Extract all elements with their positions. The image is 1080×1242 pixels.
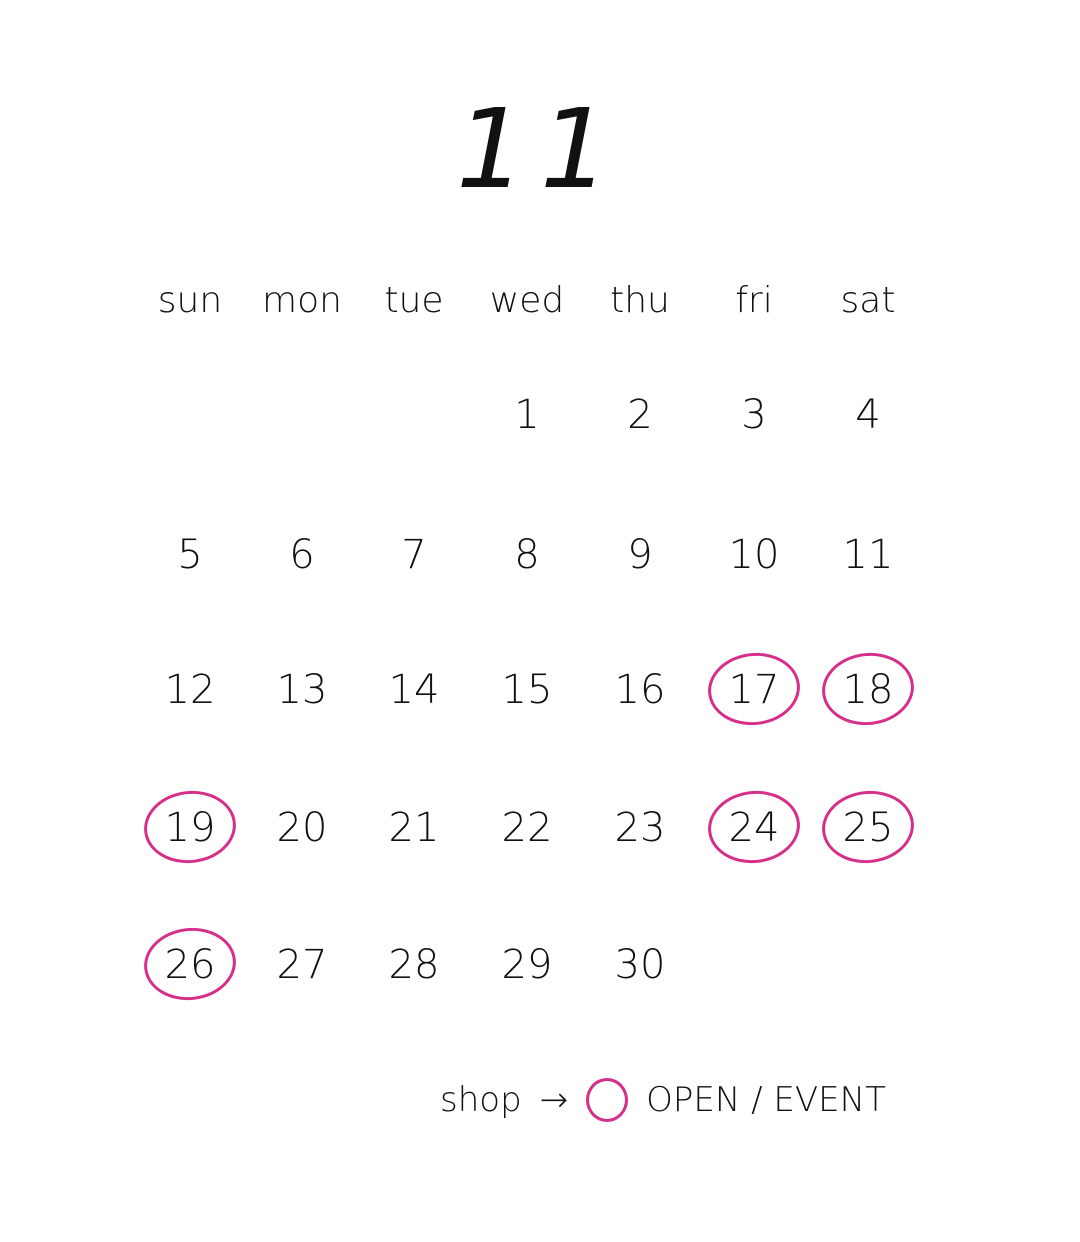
weekday-wed: wed <box>489 279 565 321</box>
legend-arrow: → <box>539 1080 569 1120</box>
day-cell: 1 <box>477 380 577 450</box>
weekday-thu: thu <box>610 279 670 321</box>
day-number: 10 <box>728 532 780 578</box>
day-number: 15 <box>501 667 553 713</box>
open-circle-icon <box>704 786 804 868</box>
day-cell: 20 <box>252 793 352 863</box>
day-cell: 27 <box>252 930 352 1000</box>
weekday-fri: fri <box>735 279 773 321</box>
day-cell: 11 <box>818 520 918 590</box>
day-cell: 30 <box>590 930 690 1000</box>
day-number: 23 <box>614 805 666 851</box>
day-cell: 3 <box>704 380 804 450</box>
legend: shop → OPEN / EVENT <box>440 1078 886 1122</box>
day-cell: 9 <box>590 520 690 590</box>
day-cell: 28 <box>364 930 464 1000</box>
day-number: 30 <box>614 942 666 988</box>
day-cell: 23 <box>590 793 690 863</box>
day-cell: 29 <box>477 930 577 1000</box>
day-number: 13 <box>276 667 328 713</box>
day-number: 28 <box>388 942 440 988</box>
day-number: 1 <box>514 392 540 438</box>
day-cell: 6 <box>252 520 352 590</box>
weekday-tue: tue <box>384 279 444 321</box>
weekday-mon: mon <box>262 279 342 321</box>
day-cell: 26 <box>140 923 240 1005</box>
day-cell: 7 <box>364 520 464 590</box>
open-circle-icon <box>818 786 918 868</box>
day-cell: 8 <box>477 520 577 590</box>
day-number: 16 <box>614 667 666 713</box>
day-cell: 12 <box>140 655 240 725</box>
weekday-sat: sat <box>840 279 896 321</box>
day-cell: 5 <box>140 520 240 590</box>
day-number: 7 <box>401 532 427 578</box>
month-title: 11 <box>456 85 624 213</box>
day-number: 27 <box>276 942 328 988</box>
open-circle-icon <box>818 648 918 730</box>
day-number: 21 <box>388 805 440 851</box>
day-number: 9 <box>627 532 653 578</box>
legend-shop: shop <box>440 1080 522 1120</box>
day-cell: 17 <box>704 648 804 730</box>
day-number: 20 <box>276 805 328 851</box>
day-number: 5 <box>177 532 203 578</box>
day-cell: 24 <box>704 786 804 868</box>
day-cell: 18 <box>818 648 918 730</box>
day-cell: 4 <box>818 380 918 450</box>
day-cell: 2 <box>590 380 690 450</box>
day-number: 14 <box>388 667 440 713</box>
day-cell: 16 <box>590 655 690 725</box>
day-number: 29 <box>501 942 553 988</box>
day-number: 22 <box>501 805 553 851</box>
pink-circle-icon <box>586 1078 629 1122</box>
day-cell: 25 <box>818 786 918 868</box>
day-cell: 13 <box>252 655 352 725</box>
day-number: 2 <box>627 392 653 438</box>
open-circle-icon <box>140 786 240 868</box>
day-number: 12 <box>164 667 216 713</box>
day-cell: 10 <box>704 520 804 590</box>
day-number: 3 <box>741 392 767 438</box>
day-cell: 22 <box>477 793 577 863</box>
weekday-sun: sun <box>157 279 223 321</box>
day-number: 6 <box>289 532 315 578</box>
day-cell: 14 <box>364 655 464 725</box>
day-number: 4 <box>855 392 881 438</box>
open-circle-icon <box>704 648 804 730</box>
day-cell: 15 <box>477 655 577 725</box>
day-number: 8 <box>514 532 540 578</box>
open-circle-icon <box>140 923 240 1005</box>
legend-label: OPEN / EVENT <box>646 1080 886 1120</box>
day-number: 11 <box>842 532 894 578</box>
day-cell: 19 <box>140 786 240 868</box>
day-cell: 21 <box>364 793 464 863</box>
